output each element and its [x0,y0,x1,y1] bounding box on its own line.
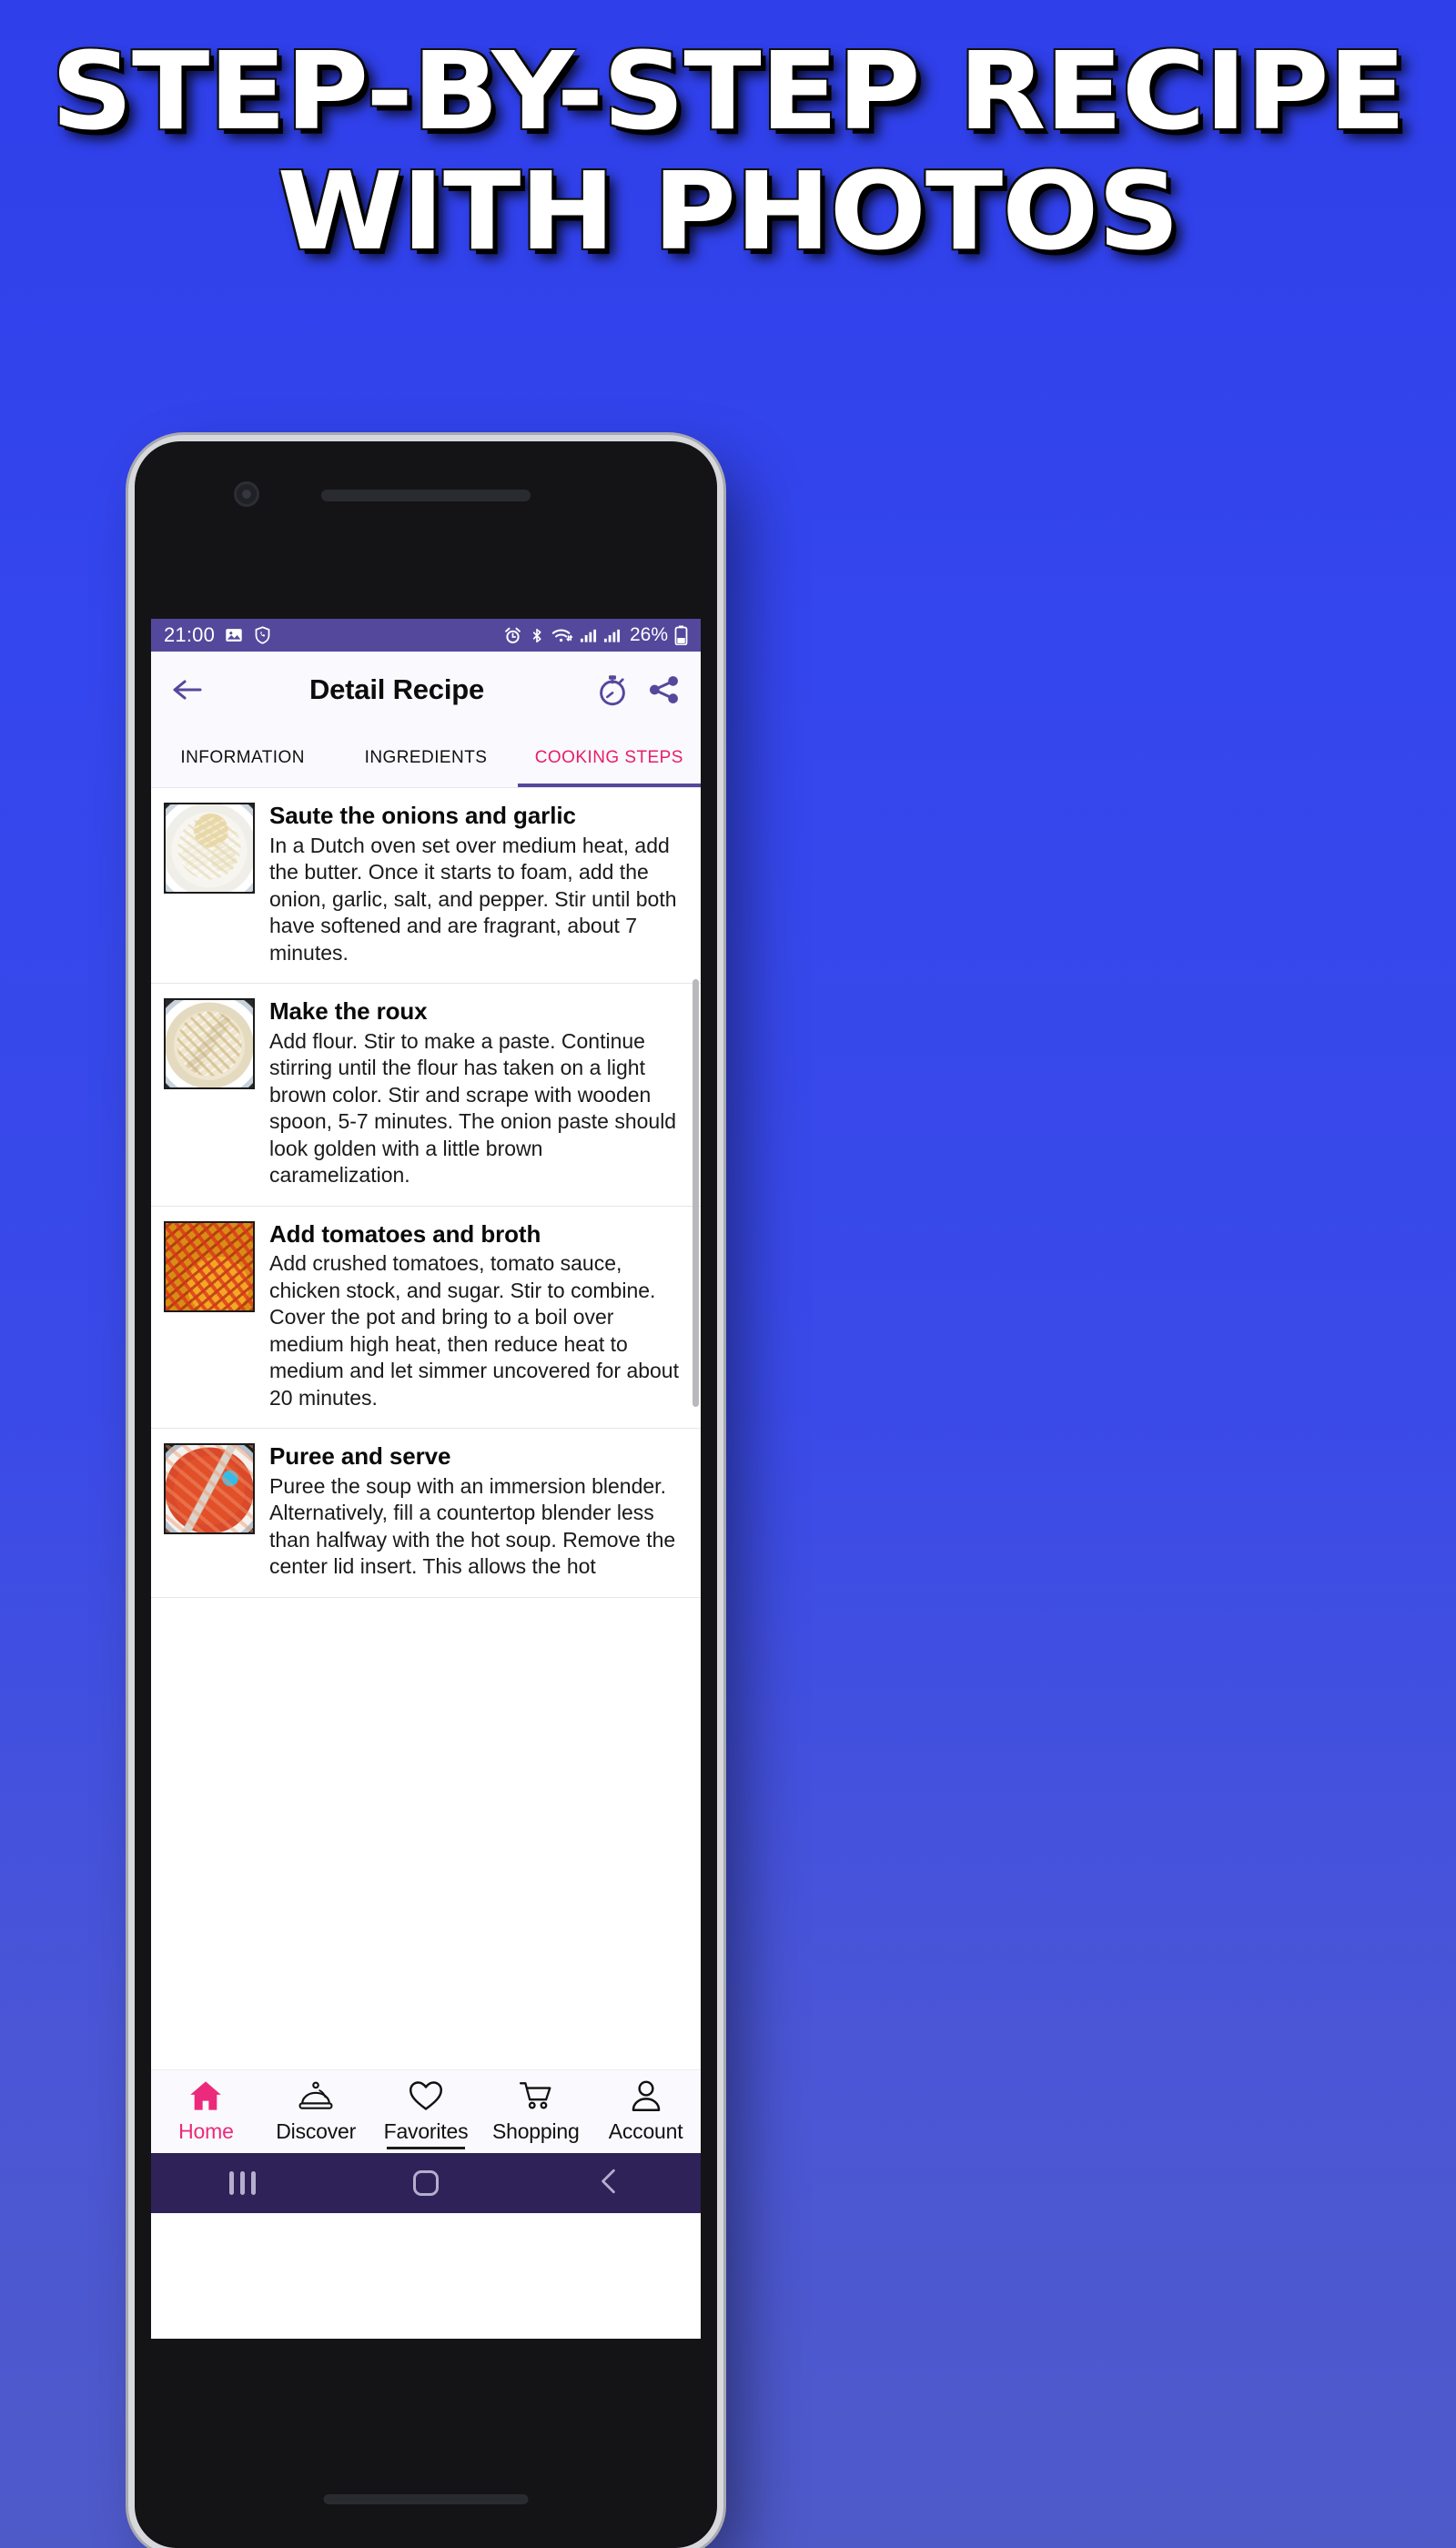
cart-icon [519,2079,553,2117]
nav-item-shopping[interactable]: Shopping [480,2070,591,2153]
image-icon [224,625,244,645]
cloche-icon [298,2079,333,2117]
signal-icon [580,627,597,643]
earpiece-speaker [321,490,531,501]
nav-item-account[interactable]: Account [591,2070,701,2153]
battery-percent-label: 26% [629,624,668,645]
step-title: Puree and serve [269,1442,451,1471]
step-title: Make the roux [269,997,428,1026]
android-system-navigation [151,2153,701,2213]
home-icon [188,2079,223,2117]
nav-label-favorites: Favorites [383,2119,469,2143]
phone-body: 21:00 26% Detail Recipe INFORMATION INGR… [135,441,717,2548]
step-content: Add tomatoes and broth Add crushed tomat… [269,1219,688,1412]
bottom-navigation-bar: Home Discover Favorites Shopping Account [151,2069,701,2153]
step-item[interactable]: Puree and serve Puree the soup with an i… [151,1429,701,1598]
step-item[interactable]: Add tomatoes and broth Add crushed tomat… [151,1207,701,1430]
home-button[interactable] [371,2170,480,2196]
step-thumbnail [164,998,255,1090]
step-thumbnail [164,803,255,894]
roux-photo [166,1000,253,1088]
headline-line-2: WITH PHOTOS [277,148,1180,275]
step-title: Add tomatoes and broth [269,1219,541,1248]
tab-ingredients[interactable]: INGREDIENTS [334,728,517,788]
shield-phone-icon [253,625,272,645]
step-description: Puree the soup with an immersion blender… [269,1474,676,1579]
timer-icon[interactable] [597,673,628,706]
app-bar-actions [597,673,681,706]
recent-apps-button[interactable] [188,2171,298,2195]
nav-label-discover: Discover [276,2119,357,2143]
status-time: 21:00 [164,623,216,646]
heart-icon [409,2079,443,2117]
step-thumbnail [164,1443,255,1535]
step-content: Make the roux Add flour. Stir to make a … [269,997,688,1189]
app-bar: Detail Recipe [151,652,701,728]
status-bar-right: 26% [503,624,688,646]
share-icon[interactable] [648,675,681,704]
nav-item-favorites[interactable]: Favorites [371,2070,481,2153]
person-icon [629,2079,663,2117]
step-description: Add crushed tomatoes, tomato sauce, chic… [269,1251,679,1410]
alarm-icon [503,626,522,645]
step-item[interactable]: Saute the onions and garlic In a Dutch o… [151,788,701,985]
phone-device-mockup: 21:00 26% Detail Recipe INFORMATION INGR… [135,441,717,2548]
list-scrollbar[interactable] [693,979,699,1407]
favorites-underline [386,2147,465,2149]
nav-label-home: Home [178,2119,234,2143]
step-thumbnail [164,1220,255,1312]
onions-photo [166,804,253,892]
nav-label-shopping: Shopping [491,2119,580,2143]
home-squircle-icon [412,2170,439,2196]
step-description: In a Dutch oven set over medium heat, ad… [269,833,677,965]
status-bar-left: 21:00 [164,623,272,647]
front-camera-icon [234,481,259,507]
bluetooth-icon [529,626,545,645]
tomatoes-photo [166,1222,253,1310]
nav-item-home[interactable]: Home [151,2070,261,2153]
wifi-icon [551,626,573,644]
step-title: Saute the onions and garlic [269,802,576,829]
tab-cooking-steps[interactable]: COOKING STEPS [517,728,701,788]
step-item[interactable]: Make the roux Add flour. Stir to make a … [151,984,701,1207]
headline-line-1: STEP-BY-STEP RECIPE [51,28,1406,154]
phone-screen: 21:00 26% Detail Recipe INFORMATION INGR… [151,619,701,2339]
back-nav-button[interactable] [554,2168,663,2199]
status-bar: 21:00 26% [151,619,701,652]
cooking-steps-list[interactable]: Saute the onions and garlic In a Dutch o… [151,788,701,2069]
tab-bar: INFORMATION INGREDIENTS COOKING STEPS [151,728,701,788]
puree-photo [166,1445,253,1533]
nav-label-account: Account [608,2119,683,2143]
signal-icon-2 [603,627,621,643]
promo-headline: STEP-BY-STEP RECIPE WITH PHOTOS [0,36,1456,267]
battery-icon [674,625,688,645]
back-chevron-icon [597,2168,621,2199]
page-title: Detail Recipe [308,673,485,705]
recent-apps-icon [229,2171,257,2195]
bottom-speaker-grille [323,2494,529,2504]
step-content: Saute the onions and garlic In a Dutch o… [269,802,688,966]
nav-item-discover[interactable]: Discover [261,2070,371,2153]
tab-information[interactable]: INFORMATION [151,728,334,788]
step-description: Add flour. Stir to make a paste. Continu… [269,1028,677,1188]
step-content: Puree and serve Puree the soup with an i… [269,1442,688,1581]
